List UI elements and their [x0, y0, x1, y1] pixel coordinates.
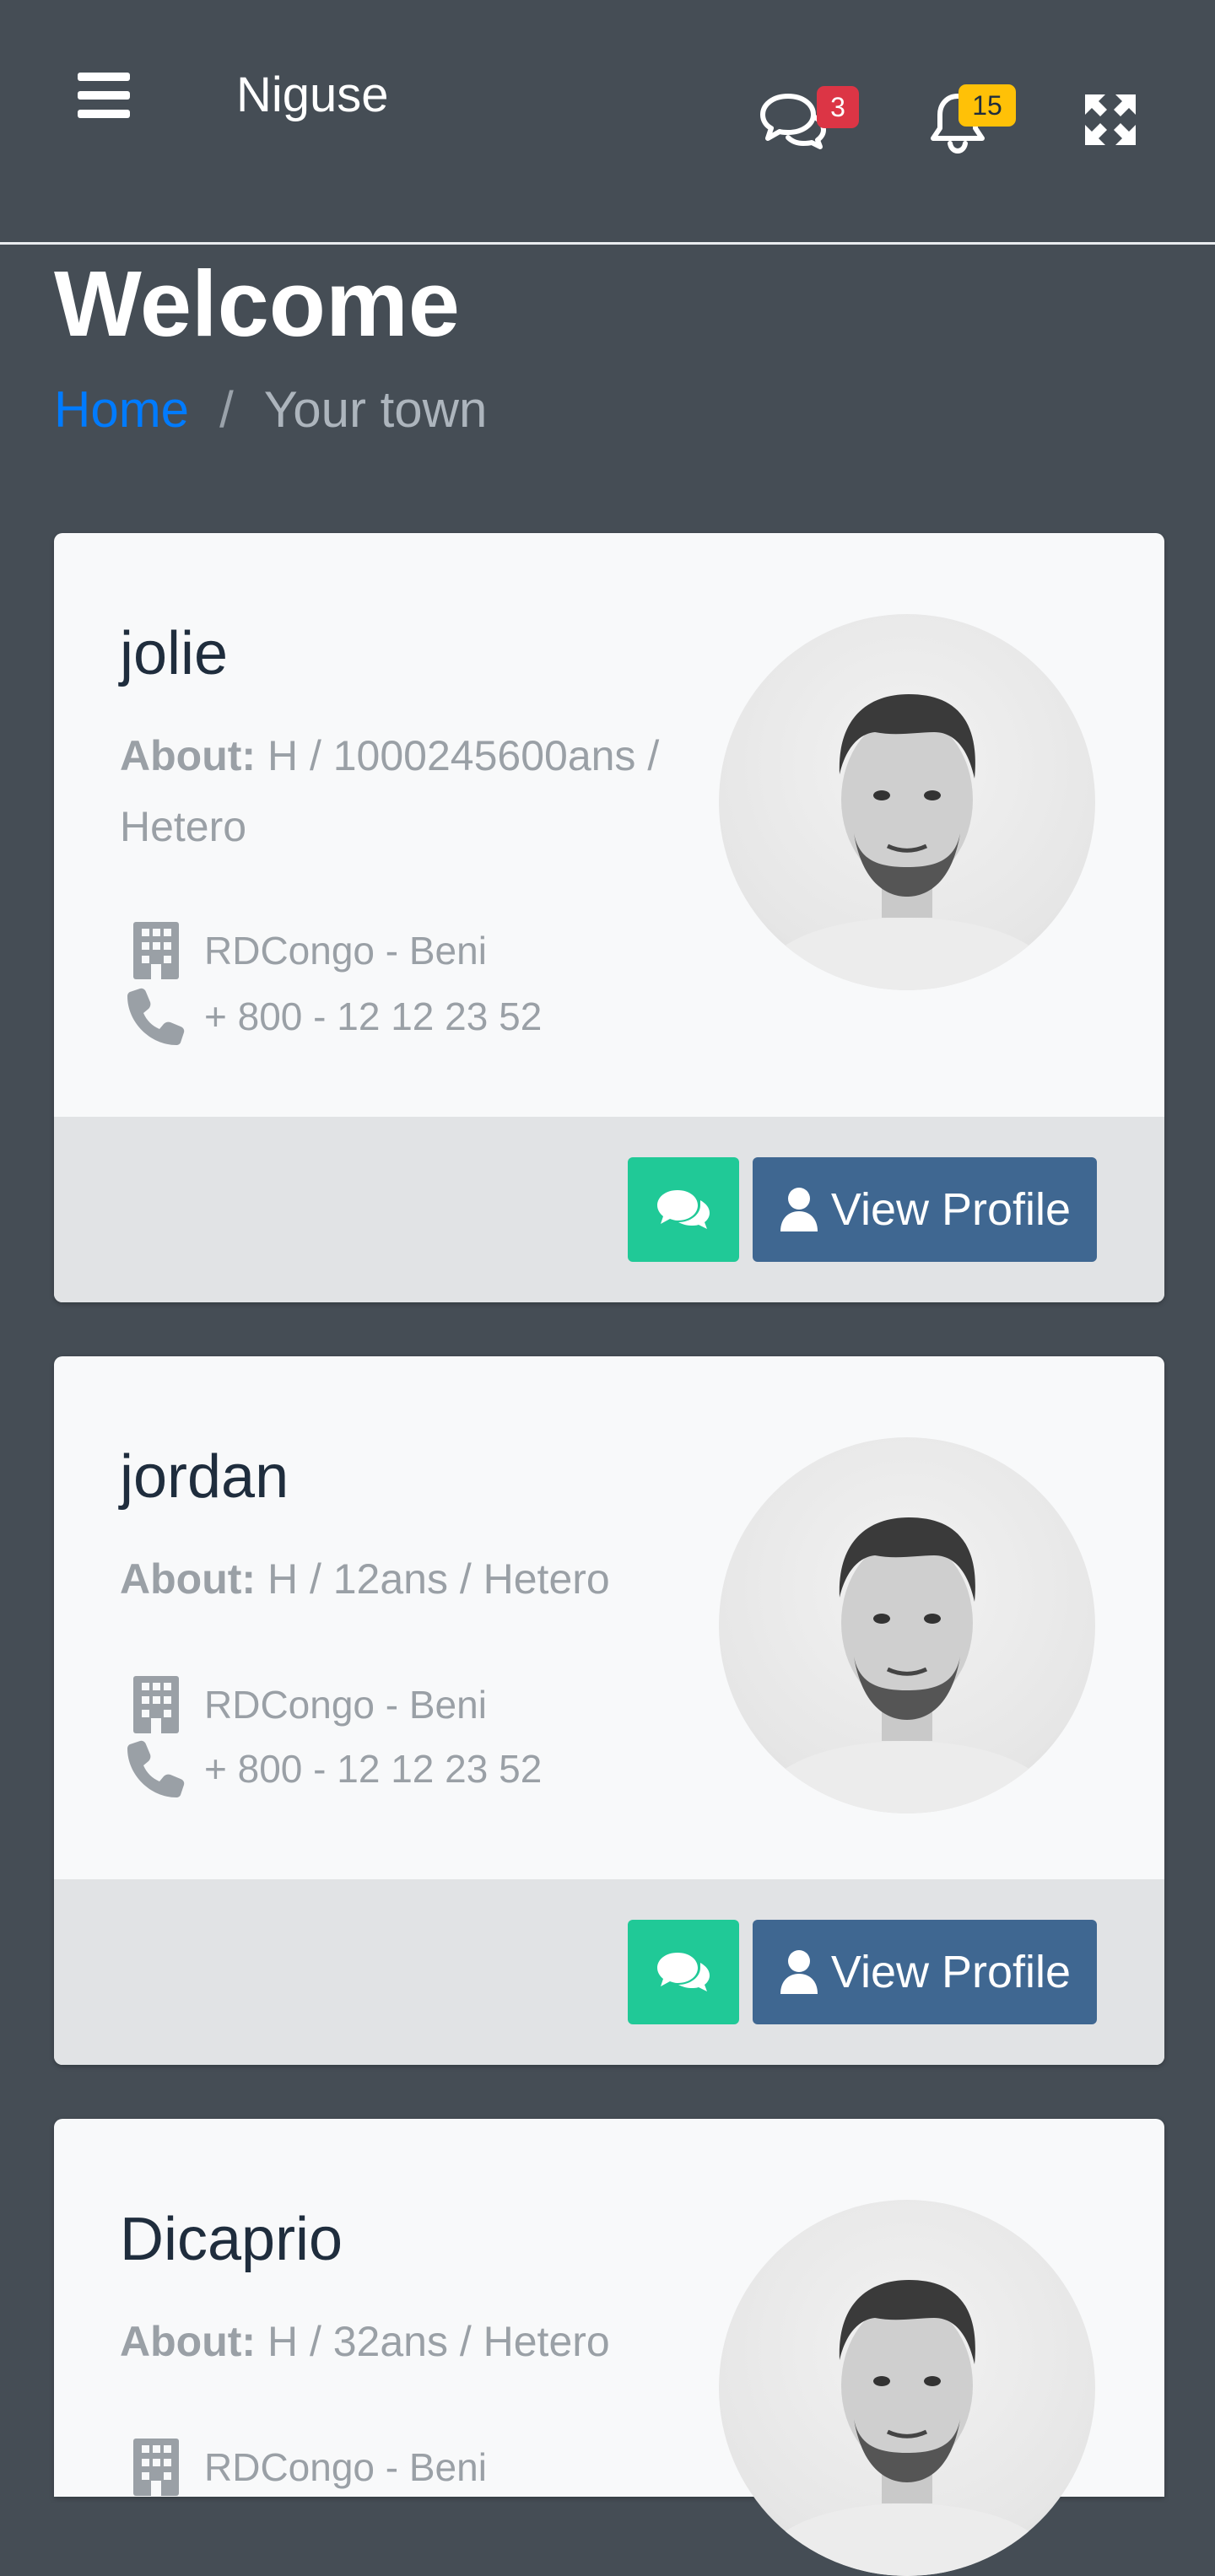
about-value: H / 32ans / Hetero: [267, 2318, 610, 2365]
phone-icon: [127, 987, 186, 1046]
breadcrumb-home-link[interactable]: Home: [54, 378, 189, 442]
phone-row: + 800 - 12 12 23 52: [127, 987, 542, 1046]
user-about: About: H / 1000245600ans / Hetero: [120, 720, 694, 862]
location-text: RDCongo - Beni: [204, 1683, 487, 1727]
chat-button[interactable]: [628, 1920, 739, 2024]
user-about: About: H / 12ans / Hetero: [120, 1544, 710, 1614]
phone-text: + 800 - 12 12 23 52: [204, 994, 543, 1038]
notifications-count-badge: 15: [958, 84, 1016, 127]
user-avatar[interactable]: [719, 2200, 1095, 2576]
phone-row: + 800 - 12 12 23 52: [127, 1739, 542, 1798]
breadcrumb: Home / Your town: [54, 378, 487, 442]
view-profile-label: View Profile: [830, 1947, 1072, 1997]
about-label: About:: [120, 1555, 256, 1603]
breadcrumb-current: Your town: [263, 381, 488, 438]
fullscreen-expand-icon[interactable]: [1083, 93, 1137, 147]
chat-button[interactable]: [628, 1157, 739, 1262]
comments-icon: [657, 1190, 710, 1229]
about-label: About:: [120, 732, 256, 779]
location-text: RDCongo - Beni: [204, 929, 487, 973]
user-icon: [779, 1188, 819, 1231]
phone-text: + 800 - 12 12 23 52: [204, 1747, 543, 1791]
user-about: About: H / 32ans / Hetero: [120, 2306, 710, 2377]
location-row: RDCongo - Beni: [127, 1675, 487, 1734]
menu-bars-icon[interactable]: [78, 73, 130, 118]
breadcrumb-separator: /: [219, 381, 234, 438]
building-icon: [127, 2438, 186, 2497]
user-name[interactable]: jolie: [120, 616, 228, 692]
building-icon: [127, 1675, 186, 1734]
user-avatar[interactable]: [719, 614, 1095, 990]
top-navbar: Niguse 3 15: [0, 0, 1215, 245]
user-icon: [779, 1950, 819, 1994]
location-row: RDCongo - Beni: [127, 921, 487, 980]
view-profile-button[interactable]: View Profile: [753, 1157, 1097, 1262]
brand-name[interactable]: Niguse: [236, 66, 389, 125]
user-name[interactable]: Dicaprio: [120, 2201, 343, 2277]
about-label: About:: [120, 2318, 256, 2365]
location-row: RDCongo - Beni: [127, 2438, 487, 2497]
messages-count-badge: 3: [817, 86, 859, 128]
view-profile-button[interactable]: View Profile: [753, 1920, 1097, 2024]
view-profile-label: View Profile: [830, 1184, 1072, 1235]
user-avatar[interactable]: [719, 1437, 1095, 1813]
phone-icon: [127, 1739, 186, 1798]
building-icon: [127, 921, 186, 980]
about-value: H / 12ans / Hetero: [267, 1555, 610, 1603]
comments-icon: [657, 1953, 710, 1991]
page-title: Welcome: [54, 252, 460, 356]
location-text: RDCongo - Beni: [204, 2445, 487, 2489]
user-name[interactable]: jordan: [120, 1439, 289, 1515]
